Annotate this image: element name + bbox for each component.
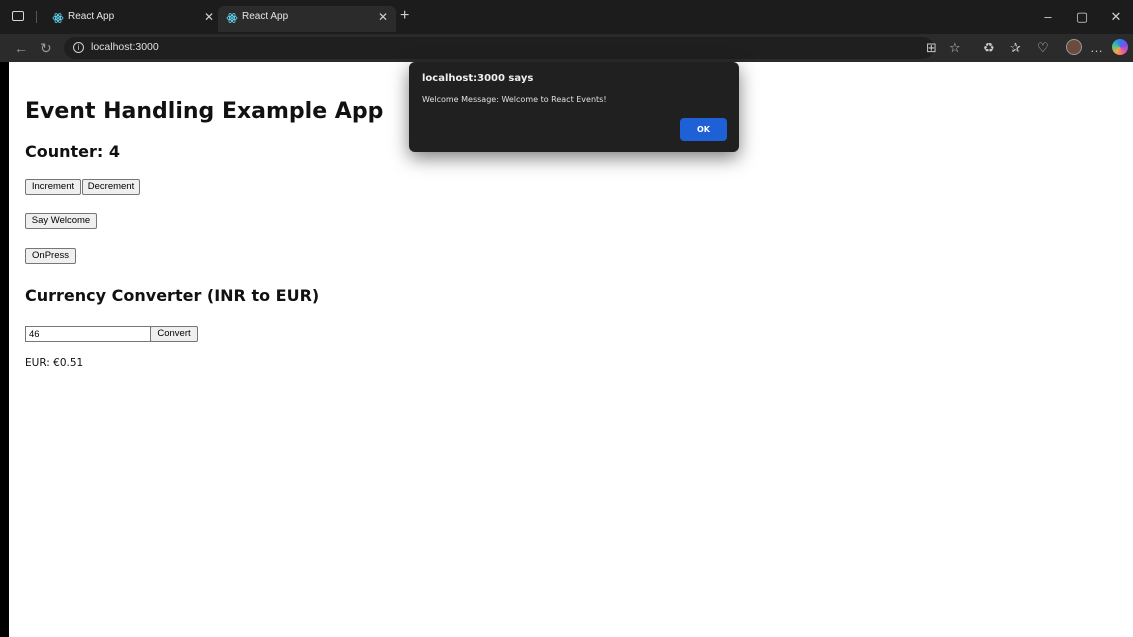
tab-react-app-2[interactable]: React App ✕ — [218, 6, 396, 32]
counter-heading: Counter: 4 — [25, 142, 121, 161]
close-tab-icon[interactable]: ✕ — [204, 10, 214, 24]
close-tab-icon[interactable]: ✕ — [378, 10, 388, 24]
currency-converter-heading: Currency Converter (INR to EUR) — [25, 286, 320, 305]
page-title: Event Handling Example App — [25, 99, 384, 124]
site-info-icon[interactable]: i — [73, 42, 84, 53]
health-icon[interactable]: ♡ — [1037, 40, 1049, 56]
app-grid-icon[interactable]: ⊞ — [926, 40, 937, 56]
tab-title: React App — [242, 11, 289, 22]
minimize-icon[interactable]: – — [1040, 9, 1056, 25]
profile-avatar[interactable] — [1066, 39, 1082, 55]
copilot-icon[interactable] — [1112, 39, 1128, 55]
react-logo-icon — [52, 13, 64, 23]
dialog-message: Welcome Message: Welcome to React Events… — [422, 95, 607, 104]
dialog-ok-button[interactable]: OK — [680, 118, 727, 141]
tab-react-app-1[interactable]: React App ✕ — [44, 6, 222, 32]
react-logo-icon — [226, 13, 238, 23]
decrement-button[interactable]: Decrement — [82, 179, 140, 195]
eur-result-text: EUR: €0.51 — [25, 357, 84, 369]
tab-separator — [36, 11, 37, 23]
onpress-button[interactable]: OnPress — [25, 248, 76, 264]
refresh-icon[interactable]: ↻ — [40, 40, 52, 57]
sidebar-toggle-icon[interactable] — [12, 11, 24, 21]
new-tab-icon[interactable]: + — [400, 7, 409, 25]
maximize-icon[interactable]: ▢ — [1074, 9, 1090, 25]
tab-strip: React App ✕ React App ✕ + – ▢ ✕ — [0, 0, 1133, 34]
tab-title: React App — [68, 11, 115, 22]
favorites-icon[interactable]: ✰ — [1010, 40, 1021, 56]
close-window-icon[interactable]: ✕ — [1108, 9, 1124, 25]
favorite-star-icon[interactable]: ☆ — [949, 40, 961, 56]
say-welcome-button[interactable]: Say Welcome — [25, 213, 97, 229]
address-bar: ← ↻ i localhost:3000 ⊞ ☆ ♻ ✰ ♡ … — [0, 34, 1133, 62]
alert-dialog: localhost:3000 says Welcome Message: Wel… — [409, 62, 739, 152]
extension-icon[interactable]: ♻ — [983, 40, 995, 56]
url-field[interactable]: i localhost:3000 — [64, 37, 934, 59]
convert-button[interactable]: Convert — [150, 326, 198, 342]
back-icon[interactable]: ← — [14, 40, 28, 56]
more-menu-icon[interactable]: … — [1090, 40, 1103, 55]
increment-button[interactable]: Increment — [25, 179, 81, 195]
dialog-title: localhost:3000 says — [422, 73, 534, 84]
url-text: localhost:3000 — [91, 41, 159, 53]
inr-amount-input[interactable] — [25, 326, 151, 342]
